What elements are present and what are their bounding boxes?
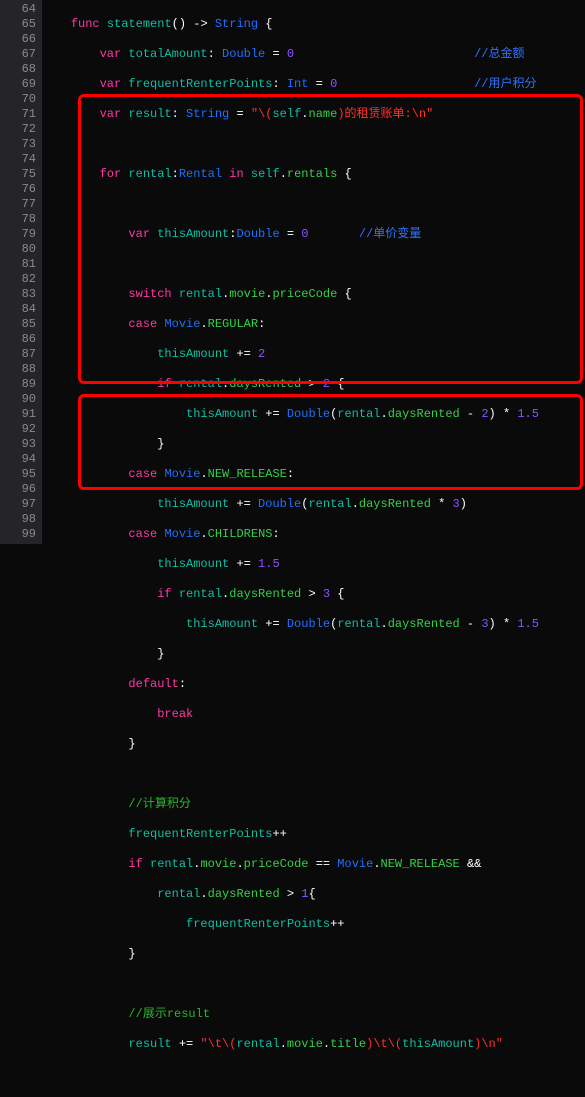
code-line: thisAmount += Double(rental.daysRented -… [42,617,585,632]
code-line: if rental.daysRented > 2 { [42,377,585,392]
line-number: 65 [0,17,36,32]
line-number: 93 [0,437,36,452]
code-line [42,767,585,782]
line-number: 73 [0,137,36,152]
line-number: 91 [0,407,36,422]
code-line: switch rental.movie.priceCode { [42,287,585,302]
code-line: } [42,947,585,962]
code-line [42,137,585,152]
code-line: thisAmount += Double(rental.daysRented -… [42,407,585,422]
code-line [42,197,585,212]
line-number: 90 [0,392,36,407]
line-number: 71 [0,107,36,122]
line-number: 80 [0,242,36,257]
line-number: 84 [0,302,36,317]
line-number: 70 [0,92,36,107]
code-editor[interactable]: func statement() -> String { var totalAm… [42,2,585,1097]
code-line: case Movie.CHILDRENS: [42,527,585,542]
line-number: 95 [0,467,36,482]
line-number: 64 [0,2,36,17]
line-number: 68 [0,62,36,77]
line-number: 81 [0,257,36,272]
line-number: 97 [0,497,36,512]
line-number: 92 [0,422,36,437]
line-number: 85 [0,317,36,332]
code-line [42,257,585,272]
code-line: thisAmount += 1.5 [42,557,585,572]
line-number-gutter: 6465666768697071727374757677787980818283… [0,0,42,544]
line-number: 66 [0,32,36,47]
line-number: 88 [0,362,36,377]
code-line [42,977,585,992]
code-line: //展示result [42,1007,585,1022]
code-line: if rental.movie.priceCode == Movie.NEW_R… [42,857,585,872]
line-number: 76 [0,182,36,197]
line-number: 86 [0,332,36,347]
code-line: func statement() -> String { [42,17,585,32]
code-line: case Movie.NEW_RELEASE: [42,467,585,482]
line-number: 75 [0,167,36,182]
code-line: var thisAmount:Double = 0 //单价变量 [42,227,585,242]
code-line: } [42,437,585,452]
line-number: 69 [0,77,36,92]
line-number: 67 [0,47,36,62]
line-number: 99 [0,527,36,542]
line-number: 77 [0,197,36,212]
code-line [42,1067,585,1082]
code-line: frequentRenterPoints++ [42,827,585,842]
code-line: frequentRenterPoints++ [42,917,585,932]
line-number: 94 [0,452,36,467]
line-number: 83 [0,287,36,302]
code-line: thisAmount += 2 [42,347,585,362]
line-number: 82 [0,272,36,287]
code-line: } [42,737,585,752]
code-line: result += "\t\(rental.movie.title)\t\(th… [42,1037,585,1052]
line-number: 79 [0,227,36,242]
line-number: 98 [0,512,36,527]
code-line: default: [42,677,585,692]
line-number: 74 [0,152,36,167]
line-number: 89 [0,377,36,392]
code-line: case Movie.REGULAR: [42,317,585,332]
line-number: 96 [0,482,36,497]
code-line: //计算积分 [42,797,585,812]
code-line: for rental:Rental in self.rentals { [42,167,585,182]
code-line: var totalAmount: Double = 0 //总金额 [42,47,585,62]
line-number: 78 [0,212,36,227]
code-line: thisAmount += Double(rental.daysRented *… [42,497,585,512]
code-line: var result: String = "\(self.name)的租赁账单:… [42,107,585,122]
code-line: var frequentRenterPoints: Int = 0 //用户积分 [42,77,585,92]
code-line: if rental.daysRented > 3 { [42,587,585,602]
code-line: } [42,647,585,662]
line-number: 72 [0,122,36,137]
line-number: 87 [0,347,36,362]
code-line: rental.daysRented > 1{ [42,887,585,902]
code-line: break [42,707,585,722]
